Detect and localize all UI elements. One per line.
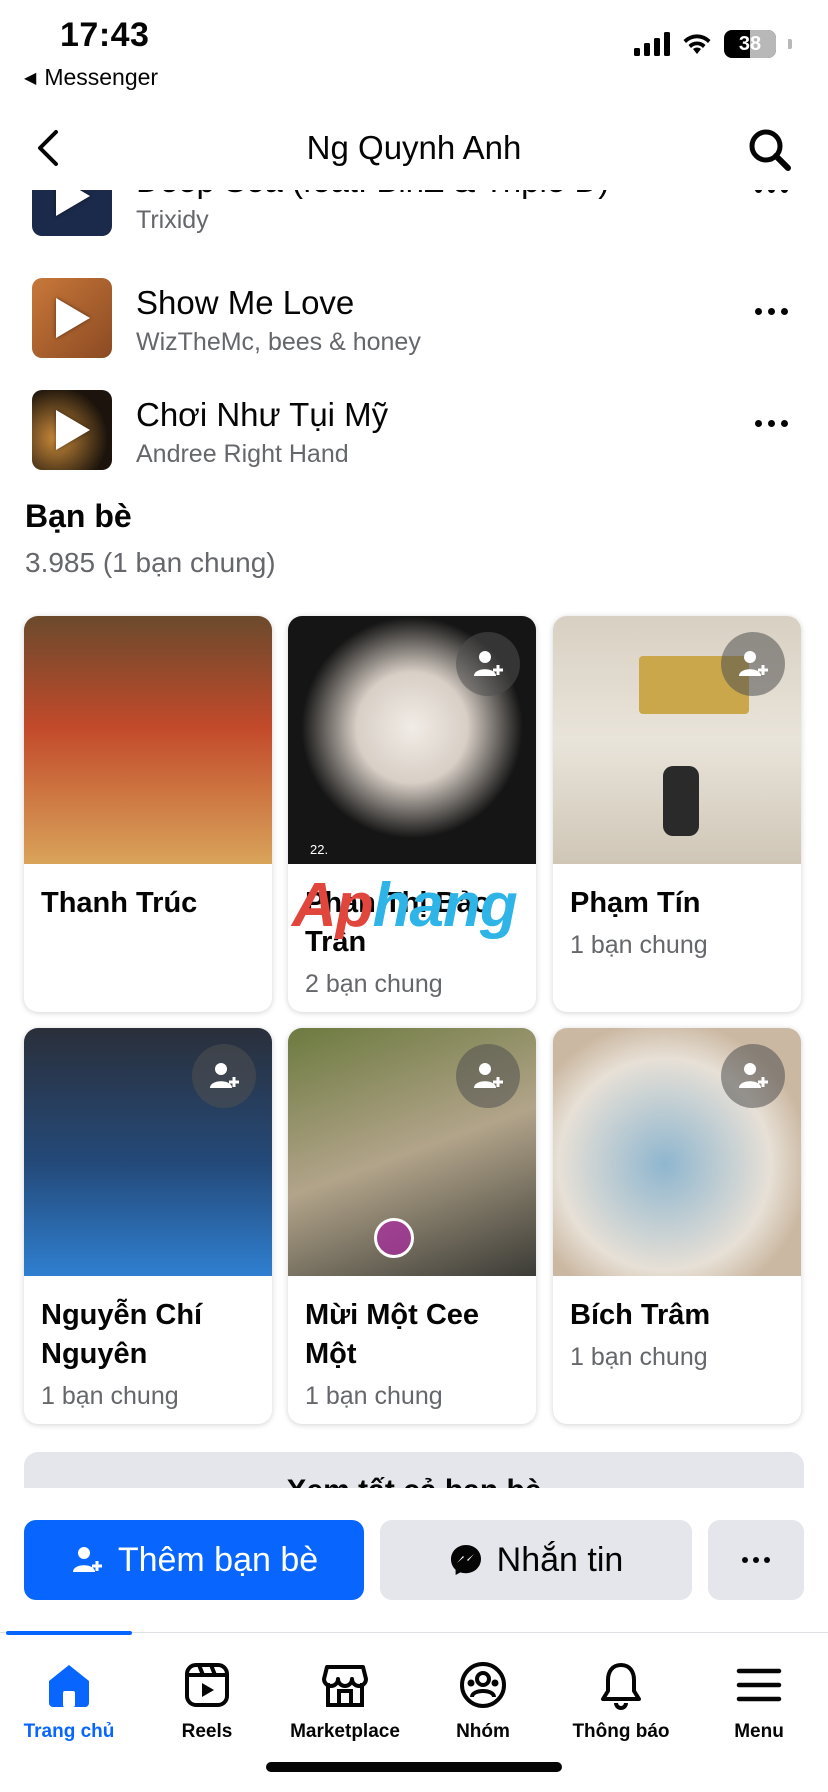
back-app-label: Messenger — [44, 64, 159, 90]
profile-content[interactable]: Deep Sea (feat. BinZ & Triple D) Trixidy… — [0, 190, 828, 1488]
see-all-friends-button[interactable]: Xem tất cả bạn bè — [24, 1452, 804, 1488]
music-item[interactable]: Deep Sea (feat. BinZ & Triple D) Trixidy — [0, 190, 828, 246]
friend-card[interactable]: Phạm Tín 1 bạn chung — [553, 616, 801, 1012]
song-cover[interactable] — [32, 390, 112, 470]
friend-name[interactable]: Phạm Tín 1 bạn chung — [570, 884, 789, 963]
messenger-icon — [450, 1545, 481, 1575]
add-friend-icon[interactable] — [192, 1044, 256, 1108]
play-icon — [56, 410, 90, 450]
marketplace-icon — [322, 1665, 368, 1707]
tab-label: Menu — [734, 1721, 784, 1742]
back-arrow-icon[interactable] — [28, 124, 72, 172]
tab-label: Trang chủ — [23, 1721, 115, 1742]
friend-name[interactable]: Bích Trâm 1 bạn chung — [570, 1296, 789, 1375]
play-icon — [56, 298, 90, 338]
music-item[interactable]: Chơi Như Tụi Mỹ Andree Right Hand — [0, 390, 828, 480]
mutual-friends: 1 bạn chung — [570, 931, 708, 959]
more-options-icon[interactable] — [755, 190, 788, 193]
add-friend-label: Thêm bạn bè — [117, 1540, 319, 1579]
page-title: Ng Quynh Anh — [306, 129, 522, 166]
add-friend-icon[interactable] — [721, 632, 785, 696]
tab-menu[interactable]: Menu — [690, 1647, 828, 1757]
mutual-friends: 1 bạn chung — [570, 1343, 708, 1371]
song-cover[interactable] — [32, 278, 112, 358]
bell-icon — [601, 1663, 641, 1710]
friend-name[interactable]: Thanh Trúc — [41, 884, 260, 923]
back-triangle-icon: ◀ — [24, 69, 37, 87]
music-item[interactable]: Show Me Love WizTheMc, bees & honey — [0, 278, 828, 368]
friend-card[interactable]: Nguyễn Chí Nguyên 1 bạn chung — [24, 1028, 272, 1424]
home-indicator — [266, 1762, 562, 1772]
friends-count: 3.985 (1 bạn chung) — [25, 547, 276, 578]
song-title: Chơi Như Tụi Mỹ — [136, 396, 389, 433]
tab-label: Marketplace — [290, 1721, 400, 1742]
mutual-friends: 1 bạn chung — [305, 1382, 443, 1410]
search-icon[interactable] — [746, 126, 794, 174]
profile-screen: 17:43 ◀ Messenger 38 Ng Quynh Anh Trixid… — [0, 0, 828, 1792]
wifi-icon — [683, 34, 711, 54]
reels-icon — [185, 1663, 229, 1707]
status-time: 17:43 — [60, 16, 150, 54]
groups-icon — [460, 1662, 506, 1708]
photo-caption: 22. — [310, 842, 329, 857]
active-tab-indicator — [6, 1631, 132, 1635]
add-friend-icon[interactable] — [721, 1044, 785, 1108]
profile-header: Ng Quynh Anh — [0, 100, 828, 196]
profile-actions: Thêm bạn bè Nhắn tin — [0, 1498, 828, 1626]
tab-marketplace[interactable]: Marketplace — [276, 1647, 414, 1757]
more-options-icon[interactable] — [755, 308, 788, 315]
friends-section-title: Bạn bè — [25, 498, 132, 534]
friend-name[interactable]: Nguyễn Chí Nguyên 1 bạn chung — [41, 1296, 260, 1414]
tab-groups[interactable]: Nhóm — [414, 1647, 552, 1757]
mutual-friends: 1 bạn chung — [41, 1382, 179, 1410]
friend-card[interactable]: Bích Trâm 1 bạn chung — [553, 1028, 801, 1424]
more-actions-button[interactable] — [708, 1520, 804, 1600]
add-friend-icon[interactable] — [456, 632, 520, 696]
signal-icon — [634, 32, 670, 56]
watermark: Aphang — [292, 871, 518, 940]
friend-card[interactable]: Mừi Một Cee Một 1 bạn chung — [288, 1028, 536, 1424]
message-button[interactable]: Nhắn tin — [380, 1520, 692, 1600]
tab-home[interactable]: Trang chủ — [0, 1647, 138, 1757]
home-icon — [49, 1665, 89, 1707]
tab-label: Thông báo — [572, 1721, 670, 1742]
tab-notifications[interactable]: Thông báo — [552, 1647, 690, 1757]
song-cover[interactable] — [32, 190, 112, 236]
friend-name[interactable]: Mừi Một Cee Một 1 bạn chung — [305, 1296, 524, 1414]
mutual-friends: 2 bạn chung — [305, 970, 443, 998]
song-title: Deep Sea (feat. BinZ & Triple D) — [136, 190, 609, 200]
more-options-icon[interactable] — [755, 420, 788, 427]
battery-tip — [788, 39, 792, 49]
add-friend-icon[interactable] — [456, 1044, 520, 1108]
battery-icon: 38 — [724, 30, 776, 58]
friend-photo[interactable] — [24, 616, 272, 864]
tab-label: Reels — [181, 1721, 233, 1742]
song-title: Show Me Love — [136, 284, 355, 321]
menu-icon — [736, 1668, 782, 1702]
add-friend-icon — [72, 1547, 102, 1572]
status-icons: 38 — [634, 30, 792, 58]
play-icon — [56, 190, 90, 216]
friend-card[interactable]: Thanh Trúc — [24, 616, 272, 1012]
message-label: Nhắn tin — [496, 1540, 624, 1579]
battery-level: 38 — [738, 33, 762, 55]
add-friend-button[interactable]: Thêm bạn bè — [24, 1520, 364, 1600]
song-artist: Trixidy — [136, 206, 209, 234]
song-artist: WizTheMc, bees & honey — [136, 328, 421, 356]
friend-card[interactable]: 22. Phan Thị Bảo Trân 2 bạn chung — [288, 616, 536, 1012]
tab-reels[interactable]: Reels — [138, 1647, 276, 1757]
tab-label: Nhóm — [456, 1721, 510, 1742]
back-to-app-link[interactable]: ◀ Messenger — [24, 64, 158, 91]
song-artist: Andree Right Hand — [136, 440, 349, 468]
